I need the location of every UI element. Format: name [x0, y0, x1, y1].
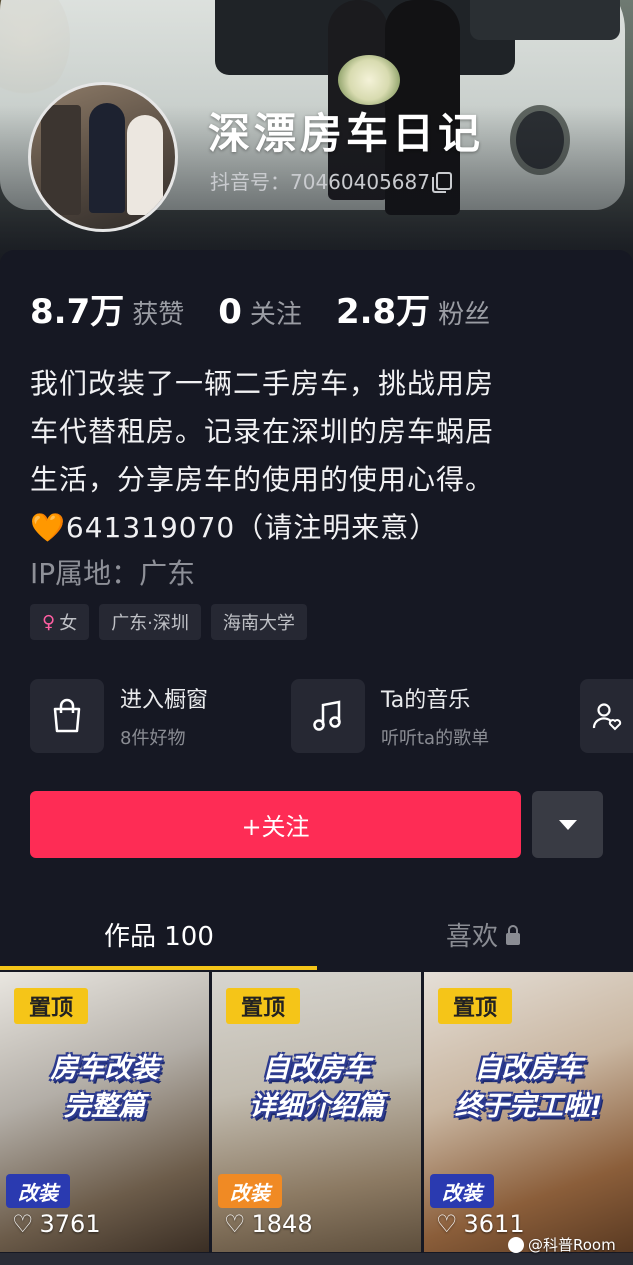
video-tag: 改装 — [218, 1174, 282, 1208]
stat-following[interactable]: 0 关注 — [218, 292, 302, 332]
profile-nickname: 深漂房车日记 — [208, 109, 485, 158]
lock-icon — [506, 924, 521, 945]
tag-school[interactable]: 海南大学 — [210, 604, 307, 640]
more-dropdown-button[interactable] — [532, 791, 603, 858]
user-heart-icon — [580, 679, 633, 753]
shop-entry-title: 进入橱窗 — [120, 688, 209, 713]
ip-location: IP属地：广东 — [30, 557, 196, 590]
bio-line: 🧡641319070（请注明来意） — [30, 511, 439, 544]
video-likes: ♡ 1848 — [224, 1210, 313, 1238]
video-grid: 置顶 房车改装 完整篇 改装 ♡ 3761 置顶 自改房车 详细介绍篇 改装 ♡ 184… — [0, 972, 633, 1265]
bio-line: 生活，分享房车的使用的使用心得。 — [30, 463, 495, 496]
music-entry-title: Ta的音乐 — [381, 688, 471, 713]
music-entry-sub: 听听ta的歌单 — [381, 728, 490, 749]
profile-tags: ♀ 女 广东·深圳 海南大学 — [30, 604, 307, 640]
shop-entry[interactable]: 进入橱窗 8件好物 — [30, 678, 208, 754]
video-card[interactable]: 置顶 房车改装 完整篇 改装 ♡ 3761 — [0, 972, 209, 1252]
shop-entry-sub: 8件好物 — [120, 728, 186, 749]
shopping-bag-icon — [30, 679, 104, 753]
tag-gender: ♀ 女 — [30, 604, 90, 640]
orange-heart-icon: 🧡 — [30, 511, 66, 544]
douyin-id[interactable]: 抖音号：70460405687 — [210, 166, 452, 195]
avatar[interactable] — [28, 82, 178, 232]
follow-button[interactable]: +关注 — [30, 791, 521, 858]
tag-location: 广东·深圳 — [99, 604, 201, 640]
music-note-icon — [291, 679, 365, 753]
bio-line: 车代替租房。记录在深圳的房车蜗居 — [30, 415, 495, 448]
bio-line: 我们改装了一辆二手房车，挑战用房 — [30, 367, 495, 400]
fan-group-entry[interactable] — [580, 678, 633, 754]
music-entry[interactable]: Ta的音乐 听听ta的歌单 — [291, 678, 489, 754]
video-tag: 改装 — [6, 1174, 70, 1208]
watermark: @科普Room — [508, 1234, 616, 1255]
video-card[interactable]: 置顶 自改房车 详细介绍篇 改装 ♡ 1848 — [212, 972, 421, 1252]
profile-entries: 进入橱窗 8件好物 Ta的音乐 听听ta的歌单 — [30, 678, 633, 754]
copy-icon[interactable] — [431, 171, 452, 193]
heart-outline-icon: ♡ — [436, 1210, 458, 1238]
heart-outline-icon: ♡ — [12, 1210, 34, 1238]
heart-outline-icon: ♡ — [224, 1210, 246, 1238]
video-tag: 改装 — [430, 1174, 494, 1208]
video-title: 自改房车 详细介绍篇 — [249, 1053, 384, 1122]
video-card[interactable]: 置顶 自改房车 终于完工啦! 改装 ♡ 3611 — [424, 972, 633, 1252]
tab-works[interactable]: 作品 100 — [104, 916, 214, 953]
pinned-badge: 置顶 — [438, 988, 512, 1024]
watermark-logo-icon — [508, 1236, 524, 1253]
stat-likes[interactable]: 8.7万 获赞 — [30, 284, 184, 333]
pinned-badge: 置顶 — [226, 988, 300, 1024]
stat-followers[interactable]: 2.8万 粉丝 — [336, 284, 490, 333]
video-title: 房车改装 完整篇 — [50, 1053, 159, 1122]
female-icon: ♀ — [42, 611, 56, 633]
pinned-badge: 置顶 — [14, 988, 88, 1024]
profile-stats: 8.7万 获赞 0 关注 2.8万 粉丝 — [30, 284, 524, 333]
video-title: 自改房车 终于完工啦! — [454, 1053, 603, 1122]
douyin-id-text: 抖音号：70460405687 — [210, 170, 430, 194]
profile-bio: 我们改装了一辆二手房车，挑战用房 车代替租房。记录在深圳的房车蜗居 生活，分享房… — [30, 360, 590, 552]
content-tabs: 作品 100 喜欢 — [0, 900, 633, 970]
video-likes: ♡ 3761 — [12, 1210, 101, 1238]
tab-likes[interactable]: 喜欢 — [446, 916, 521, 953]
caret-down-icon — [558, 819, 577, 830]
active-tab-indicator — [0, 966, 317, 970]
